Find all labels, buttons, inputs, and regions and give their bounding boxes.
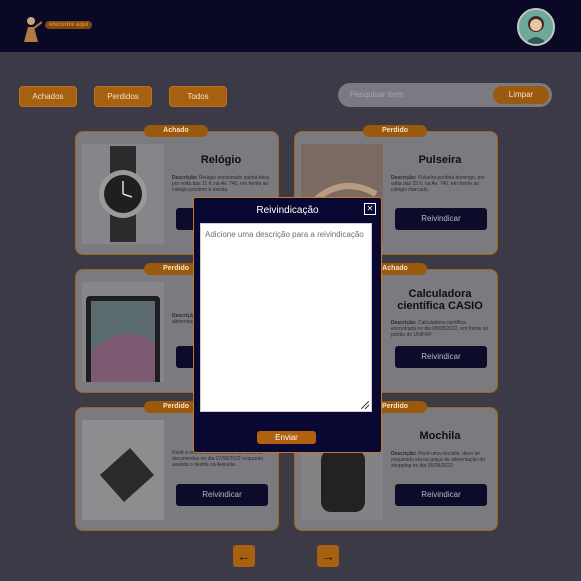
card-title: Calculadora científica CASIO [397,288,483,312]
claim-button[interactable]: Reivindicar [395,484,487,506]
clear-button[interactable]: Limpar [493,86,549,104]
claim-description-input[interactable]: Adicione uma descrição para a reivindica… [200,223,372,412]
claim-button[interactable]: Reivindicar [395,208,487,230]
search-bar: Pesquisar Item Limpar [338,83,552,107]
card-description: Descrição: Perdi uma mochila, devo ter e… [391,451,491,469]
top-bar: encontre aqui [0,0,581,52]
search-input[interactable]: Pesquisar Item [350,83,490,107]
arrow-left-icon[interactable]: ← [233,545,255,567]
logo-text: encontre aqui [45,21,93,29]
item-image [82,420,164,520]
user-avatar[interactable] [517,8,555,46]
close-icon[interactable]: ✕ [364,203,376,215]
filter-achados-button[interactable]: Achados [19,86,77,107]
card-description: Descrição: Pulseira perdida domingo, por… [391,175,491,193]
watch-icon [99,146,147,242]
app-logo[interactable]: encontre aqui [20,14,93,44]
filter-perdidos-button[interactable]: Perdidos [94,86,152,107]
item-image [82,144,164,244]
card-title: Pulseira [418,154,462,166]
avatar-person-icon [519,10,553,44]
status-badge: Perdido [363,125,427,137]
claim-modal: Reivindicação ✕ Adicione uma descrição p… [193,197,382,453]
claim-button[interactable]: Reivindicar [176,484,268,506]
card-title: Relógio [200,154,242,166]
claim-button[interactable]: Reivindicar [395,346,487,368]
textarea-placeholder: Adicione uma descrição para a reivindica… [205,230,364,239]
arrow-right-icon[interactable]: → [317,545,339,567]
send-button[interactable]: Enviar [257,431,316,444]
card-description: Descrição: Calculadora científica encont… [391,320,491,338]
resize-handle-icon[interactable] [361,401,369,409]
wallet-icon [82,420,164,520]
filter-todos-button[interactable]: Todos [169,86,227,107]
modal-title: Reivindicação [256,205,319,216]
card-title: Mochila [419,430,461,442]
status-badge: Achado [144,125,208,137]
item-image [82,282,164,388]
logo-figure-icon [24,17,43,42]
tablet-icon [86,296,160,388]
card-description: Descrição: Relógio encontrado quinta-fei… [172,175,272,193]
